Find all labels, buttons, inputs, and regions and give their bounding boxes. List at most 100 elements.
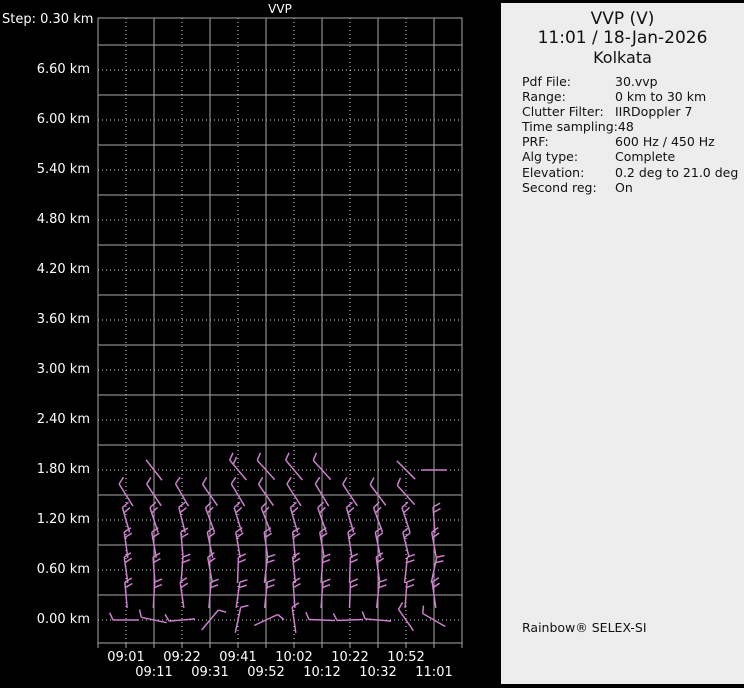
wind-barb-feather [124,582,133,589]
wind-barb-feather [378,584,387,589]
wind-barb-staff [285,459,303,481]
wind-barb-feather [277,613,285,621]
wind-barb-feather [332,612,338,621]
wind-barb-feather [108,612,114,621]
panel-fields: Pdf File: 30.vvp Range: 0 km to 30 km Clutte… [501,74,744,195]
wind-barb-feather [153,557,161,564]
field-label: Clutter Filter: [522,104,604,120]
wind-barb-feather [396,477,402,486]
field-label: Range: [522,89,566,105]
x-axis-label: 09:41 [219,650,257,665]
wind-barb-feather [421,605,425,614]
wind-barb-feather [174,476,181,485]
wind-barb-staff [180,556,184,584]
wind-barb-staff [432,506,436,534]
panel-title: VVP (V) [590,9,655,29]
field-row: Second reg: On [522,180,744,195]
wind-barb-staff [308,618,336,622]
wind-barb-feather [154,583,163,589]
wind-barb-feather [403,532,411,539]
wind-barb-feather [121,501,129,509]
field-value: IIRDoppler 7 [615,104,693,120]
x-axis-label: 09:22 [163,650,201,665]
field-label: Alg type: [522,149,579,165]
wind-barb-feather [210,584,219,589]
wind-barb-feather [431,577,440,583]
field-row: Pdf File: 30.vvp [522,74,744,89]
y-axis-label: 2.40 km [36,412,90,427]
wind-barb-feather [266,584,275,589]
wind-barb-feather [230,476,237,485]
wind-barb-feather [218,609,227,613]
chart-title: VVP [268,2,292,16]
wind-barb-feather [154,578,163,583]
wind-barb-feather [233,501,241,509]
wind-barb-feather [291,506,299,514]
field-value: Complete [615,149,676,165]
wind-barb-staff [348,581,352,609]
wind-barb-feather [433,507,441,514]
y-axis-label: 4.80 km [36,212,90,227]
brand-footer: Rainbow® SELEX-SI [522,620,647,635]
wind-barb-feather [350,578,359,583]
y-axis-label: 1.80 km [36,462,90,477]
wind-barb-feather [239,579,248,583]
y-axis-label: 5.40 km [36,162,90,177]
field-value: 0.2 deg to 21.0 deg [615,164,739,180]
wind-barb-staff [348,556,352,584]
wind-barb-feather [286,476,292,485]
wind-barb-feather [289,501,297,509]
wind-barb-feather [236,532,244,539]
wind-barb-feather [292,552,300,558]
wind-barb-feather [406,559,415,564]
field-value: 48 [617,119,634,135]
wind-barb-feather [322,578,331,583]
y-axis-label: 0.60 km [36,562,90,577]
y-axis-label: 0.00 km [36,612,90,627]
wind-barb-feather [348,532,356,539]
wind-barb-feather [293,582,301,589]
wind-barb-feather [312,452,318,461]
x-axis-label: 10:22 [331,650,369,665]
x-axis-label: 10:32 [359,665,397,680]
wind-barb-feather [124,532,133,539]
x-axis-label: 10:02 [275,650,313,665]
wind-barb-feather [164,613,170,622]
wind-barb-feather [435,560,444,564]
wind-barb-feather [266,559,275,564]
wind-barb-staff [320,581,324,609]
wind-barb-feather [369,477,375,485]
wind-barb-feather [379,578,388,583]
wind-barb-feather [349,583,358,589]
wind-barb-feather [292,557,301,564]
wind-barb-feather [322,583,331,589]
wind-barb-feather [149,501,157,509]
panel-datetime: 11:01 / 18-Jan-2026 [537,28,708,48]
wind-barb-feather [305,611,310,620]
wind-barb-feather [322,558,331,564]
wind-barb-feather [267,578,276,583]
wind-barb-feather [314,476,321,485]
wind-barb-staff [168,618,196,622]
wind-barb-feather [345,501,353,509]
wind-barb-feather [180,582,189,589]
field-row: Clutter Filter: IIRDoppler 7 [522,104,744,119]
wind-barb-feather [123,506,131,514]
y-axis-label: 6.60 km [36,62,90,77]
field-label: Elevation: [522,164,585,180]
wind-barb-staff [234,607,242,633]
field-row: Alg type: Complete [522,149,744,164]
y-axis-label: 3.00 km [36,362,90,377]
x-axis-label: 09:31 [191,665,229,680]
wind-barb-feather [342,476,348,485]
field-row: Time sampling: 48 [522,119,744,134]
y-axis-label: 1.20 km [36,512,90,527]
wind-barb-feather [406,583,415,589]
wind-barb-feather [207,532,216,539]
wind-barb-staff [236,556,240,584]
wind-barb-staff [404,581,408,609]
wind-barb-staff [397,608,415,632]
wind-barb-feather [182,553,191,558]
wind-barb-feather [201,477,208,485]
wind-barb-feather [401,501,409,509]
